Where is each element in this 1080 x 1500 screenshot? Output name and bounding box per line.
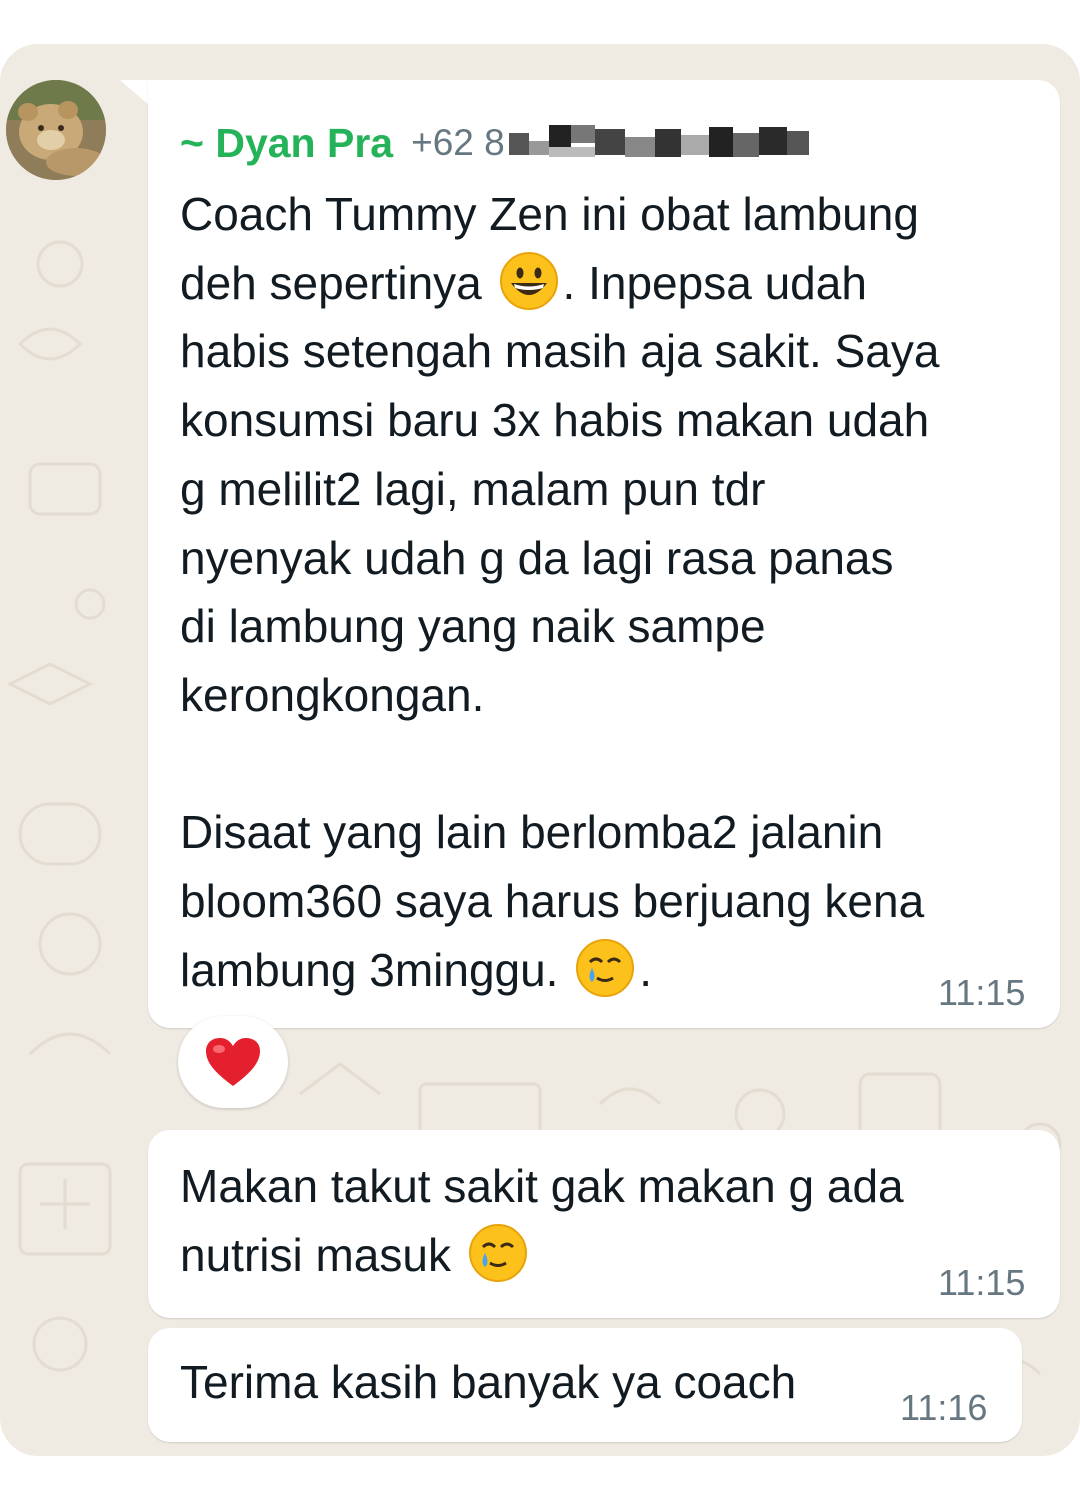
lion-cub-avatar-image	[6, 80, 106, 180]
sender-header: ~ Dyan Pra +62 8	[180, 118, 809, 168]
message-1-text: Coach Tummy Zen ini obat lambung deh sep…	[180, 188, 940, 997]
smiling-face-with-tear-emoji	[576, 938, 635, 997]
message-3-time: 11:16	[900, 1387, 988, 1428]
grinning-face-emoji	[499, 251, 558, 310]
reaction-badge[interactable]	[178, 1016, 288, 1108]
message-2-text: Makan takut sakit gak makan g ada nutris…	[180, 1160, 904, 1282]
bubble-tail	[120, 80, 150, 106]
sender-phone: +62 8	[411, 122, 505, 163]
message-1-time: 11:15	[938, 972, 1026, 1013]
message-3-text: Terima kasih banyak ya coach	[180, 1356, 797, 1408]
smiling-face-with-tear-emoji	[468, 1223, 527, 1282]
red-heart-emoji	[206, 1038, 260, 1086]
sender-avatar[interactable]	[6, 80, 106, 180]
message-2-time: 11:15	[938, 1262, 1026, 1303]
sender-name[interactable]: ~ Dyan Pra	[180, 120, 393, 167]
censored-phone-digits	[508, 121, 809, 165]
